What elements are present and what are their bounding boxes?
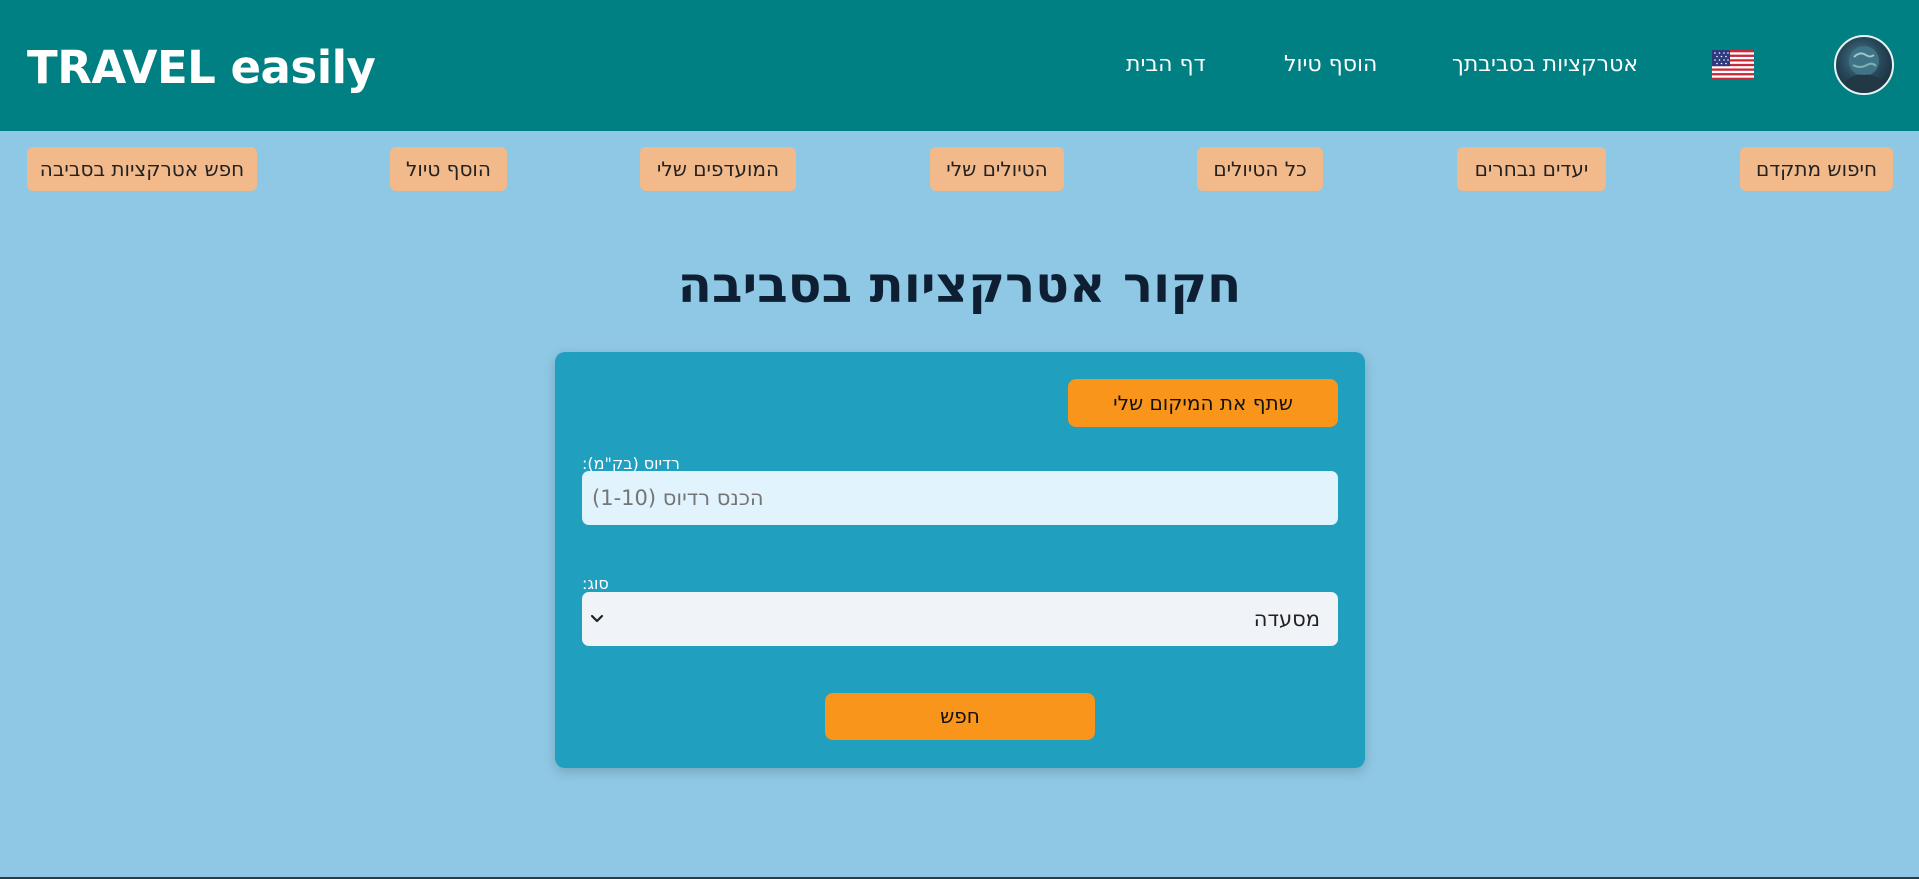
chevron-down-icon xyxy=(590,614,604,623)
us-flag-icon[interactable] xyxy=(1712,50,1754,80)
chosen-destinations-button[interactable]: יעדים נבחרים xyxy=(1457,147,1606,191)
search-nearby-button[interactable]: חפש אטרקציות בסביבה xyxy=(27,147,257,191)
brand-logo[interactable]: TRAVEL easily xyxy=(27,40,376,96)
type-label: סוג: xyxy=(582,574,609,593)
top-header: TRAVEL easily דף הבית הוסף טיול אטרקציות… xyxy=(0,0,1919,131)
globe-hands-icon xyxy=(1846,46,1882,93)
nav-nearby-attractions[interactable]: אטרקציות בסביבתך xyxy=(1452,50,1638,80)
profile-avatar[interactable] xyxy=(1834,35,1894,95)
radius-input[interactable] xyxy=(582,471,1338,525)
search-form-card: שתף את המיקום שלי רדיוס (בק"מ): סוג: מסע… xyxy=(555,352,1365,768)
nav-add-trip[interactable]: הוסף טיול xyxy=(1284,50,1377,80)
page-title: חקור אטרקציות בסביבה xyxy=(677,256,1242,314)
advanced-search-button[interactable]: חיפוש מתקדם xyxy=(1740,147,1893,191)
type-select[interactable]: מסעדה xyxy=(582,592,1338,646)
search-submit-button[interactable]: חפש xyxy=(825,693,1095,740)
share-location-button[interactable]: שתף את המיקום שלי xyxy=(1068,379,1338,427)
add-trip-button[interactable]: הוסף טיול xyxy=(390,147,507,191)
nav-home[interactable]: דף הבית xyxy=(1126,50,1206,80)
my-favorites-button[interactable]: המועדפים שלי xyxy=(640,147,796,191)
all-trips-button[interactable]: כל הטיולים xyxy=(1197,147,1323,191)
type-select-value: מסעדה xyxy=(1253,607,1320,631)
my-trips-button[interactable]: הטיולים שלי xyxy=(930,147,1064,191)
